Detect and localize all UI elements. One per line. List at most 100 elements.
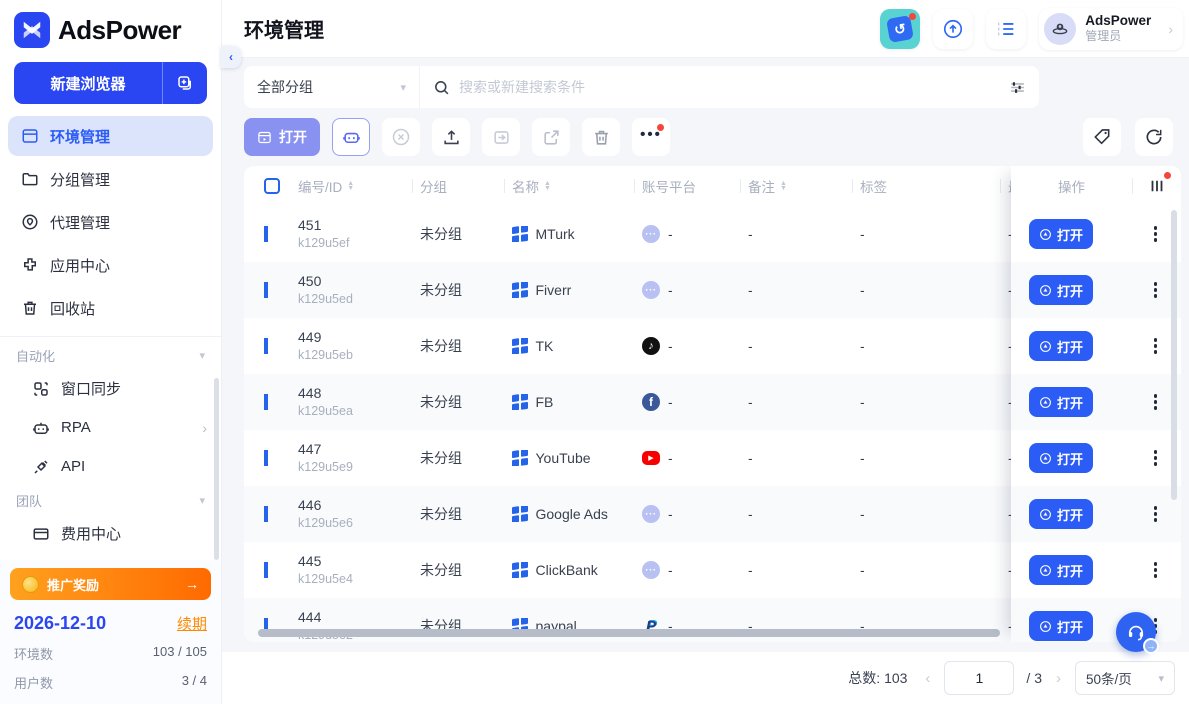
column-header-name[interactable]: 名称▲▼ bbox=[504, 166, 634, 206]
column-header-platform[interactable]: 账号平台 bbox=[634, 166, 740, 206]
column-header-group[interactable]: 分组 bbox=[412, 166, 504, 206]
row-platform-value: - bbox=[668, 394, 673, 410]
sidebar-item-environment[interactable]: 环境管理 bbox=[8, 116, 213, 156]
rpa-run-button[interactable] bbox=[332, 118, 370, 156]
sidebar-item-groups[interactable]: 分组管理 bbox=[8, 159, 213, 199]
new-browser-label[interactable]: 新建浏览器 bbox=[14, 62, 163, 104]
group-filter-select[interactable]: 全部分组 ▾ bbox=[244, 66, 420, 108]
horizontal-scrollbar[interactable] bbox=[258, 629, 1000, 637]
sidebar-collapse-button[interactable]: ‹ bbox=[221, 46, 241, 68]
close-browser-button[interactable] bbox=[382, 118, 420, 156]
row-more-menu[interactable] bbox=[1150, 502, 1162, 526]
sidebar: AdsPower 新建浏览器 环境管理 分组管理 代理管理 应用中心 回收站 bbox=[0, 0, 222, 704]
search-input[interactable] bbox=[459, 79, 1000, 95]
row-open-button[interactable]: 打开 bbox=[1029, 443, 1093, 473]
sort-icon[interactable]: ▲▼ bbox=[347, 181, 354, 191]
row-more-menu[interactable] bbox=[1150, 334, 1162, 358]
user-profile-menu[interactable]: AdsPower 管理员 › bbox=[1039, 8, 1183, 50]
transfer-in-button[interactable] bbox=[482, 118, 520, 156]
sidebar-item-proxy[interactable]: 代理管理 bbox=[8, 202, 213, 242]
refresh-button[interactable] bbox=[1135, 118, 1173, 156]
delete-button[interactable] bbox=[582, 118, 620, 156]
more-actions-button[interactable]: ••• bbox=[632, 118, 670, 156]
row-id: k129u5e9 bbox=[298, 459, 412, 476]
batch-open-button[interactable]: 打开 bbox=[244, 118, 320, 156]
column-settings-button[interactable] bbox=[1133, 177, 1181, 195]
env-count-row: 环境数 103 / 105 bbox=[14, 644, 207, 663]
share-icon bbox=[542, 128, 561, 147]
row-checkbox[interactable] bbox=[264, 226, 268, 242]
task-list-button[interactable] bbox=[986, 9, 1026, 49]
support-button[interactable]: → bbox=[1116, 612, 1156, 652]
update-button[interactable] bbox=[933, 9, 973, 49]
filter-sliders-icon[interactable] bbox=[1009, 79, 1026, 96]
total-label: 总数: bbox=[848, 670, 880, 686]
column-header-tag[interactable]: 标签 bbox=[852, 166, 1000, 206]
sidebar-item-apps[interactable]: 应用中心 bbox=[8, 245, 213, 285]
row-open-button[interactable]: 打开 bbox=[1029, 555, 1093, 585]
chevron-down-icon[interactable]: ▾ bbox=[199, 494, 205, 507]
section-team[interactable]: 团队 ▾ bbox=[0, 486, 221, 514]
column-header-note[interactable]: 备注▲▼ bbox=[740, 166, 852, 206]
select-all-checkbox[interactable] bbox=[264, 178, 280, 194]
row-open-button[interactable]: 打开 bbox=[1029, 387, 1093, 417]
user-name: AdsPower bbox=[1085, 13, 1151, 30]
row-checkbox[interactable] bbox=[264, 394, 268, 410]
row-open-button[interactable]: 打开 bbox=[1029, 331, 1093, 361]
pagination-bar: 总数: 103 ‹ / 3 › 50条/页 ▾ bbox=[222, 652, 1189, 704]
row-more-menu[interactable] bbox=[1150, 558, 1162, 582]
prev-page-button[interactable]: ‹ bbox=[923, 670, 932, 687]
promo-banner-button[interactable]: 推广奖励 → bbox=[10, 568, 211, 600]
row-more-menu[interactable] bbox=[1150, 278, 1162, 302]
row-more-menu[interactable] bbox=[1150, 390, 1162, 414]
sidebar-scrollbar[interactable] bbox=[214, 378, 219, 560]
next-page-button[interactable]: › bbox=[1054, 670, 1063, 687]
divider bbox=[0, 336, 221, 337]
tag-manage-button[interactable] bbox=[1083, 118, 1121, 156]
browser-window-icon bbox=[257, 130, 272, 145]
row-note: - bbox=[740, 394, 852, 410]
row-more-menu[interactable] bbox=[1150, 222, 1162, 246]
row-checkbox[interactable] bbox=[264, 562, 268, 578]
batch-create-icon[interactable] bbox=[163, 62, 207, 104]
quick-launch-button[interactable]: ↺ bbox=[880, 9, 920, 49]
sidebar-item-api[interactable]: API bbox=[0, 447, 221, 486]
headset-icon bbox=[1126, 622, 1146, 642]
row-open-button[interactable]: 打开 bbox=[1029, 275, 1093, 305]
share-export-button[interactable] bbox=[532, 118, 570, 156]
row-id: k129u5ea bbox=[298, 403, 412, 420]
row-open-button[interactable]: 打开 bbox=[1029, 219, 1093, 249]
brand-logo: AdsPower bbox=[0, 0, 221, 54]
row-more-menu[interactable] bbox=[1150, 446, 1162, 470]
sidebar-item-recycle[interactable]: 回收站 bbox=[8, 288, 213, 328]
sort-icon[interactable]: ▲▼ bbox=[780, 181, 787, 191]
row-note: - bbox=[740, 338, 852, 354]
coin-icon bbox=[22, 576, 39, 593]
row-group: 未分组 bbox=[412, 280, 504, 300]
browser-globe-icon bbox=[1039, 396, 1052, 409]
row-open-button[interactable]: 打开 bbox=[1029, 499, 1093, 529]
page-input[interactable] bbox=[944, 661, 1014, 695]
refresh-icon bbox=[1144, 127, 1164, 147]
upload-button[interactable] bbox=[432, 118, 470, 156]
x-circle-icon bbox=[391, 127, 411, 147]
sidebar-item-rpa[interactable]: RPA › bbox=[0, 408, 221, 447]
vertical-scrollbar[interactable] bbox=[1171, 210, 1177, 500]
new-browser-button[interactable]: 新建浏览器 bbox=[14, 62, 207, 104]
row-checkbox[interactable] bbox=[264, 282, 268, 298]
chevron-down-icon: ▾ bbox=[400, 81, 406, 94]
sidebar-item-billing[interactable]: 费用中心 bbox=[0, 514, 221, 553]
section-automation[interactable]: 自动化 ▾ bbox=[0, 341, 221, 369]
sidebar-item-window-sync[interactable]: 窗口同步 bbox=[0, 369, 221, 408]
row-checkbox[interactable] bbox=[264, 338, 268, 354]
sort-icon[interactable]: ▲▼ bbox=[544, 181, 551, 191]
user-count-value: 3 / 4 bbox=[182, 673, 207, 692]
row-open-button[interactable]: 打开 bbox=[1029, 611, 1093, 641]
row-name: Fiverr bbox=[536, 282, 572, 298]
column-header-id[interactable]: 编号/ID▲▼ bbox=[290, 166, 412, 206]
chevron-down-icon[interactable]: ▾ bbox=[199, 349, 205, 362]
row-checkbox[interactable] bbox=[264, 506, 268, 522]
row-checkbox[interactable] bbox=[264, 450, 268, 466]
renew-link[interactable]: 续期 bbox=[177, 613, 207, 634]
page-size-select[interactable]: 50条/页 ▾ bbox=[1075, 661, 1175, 695]
